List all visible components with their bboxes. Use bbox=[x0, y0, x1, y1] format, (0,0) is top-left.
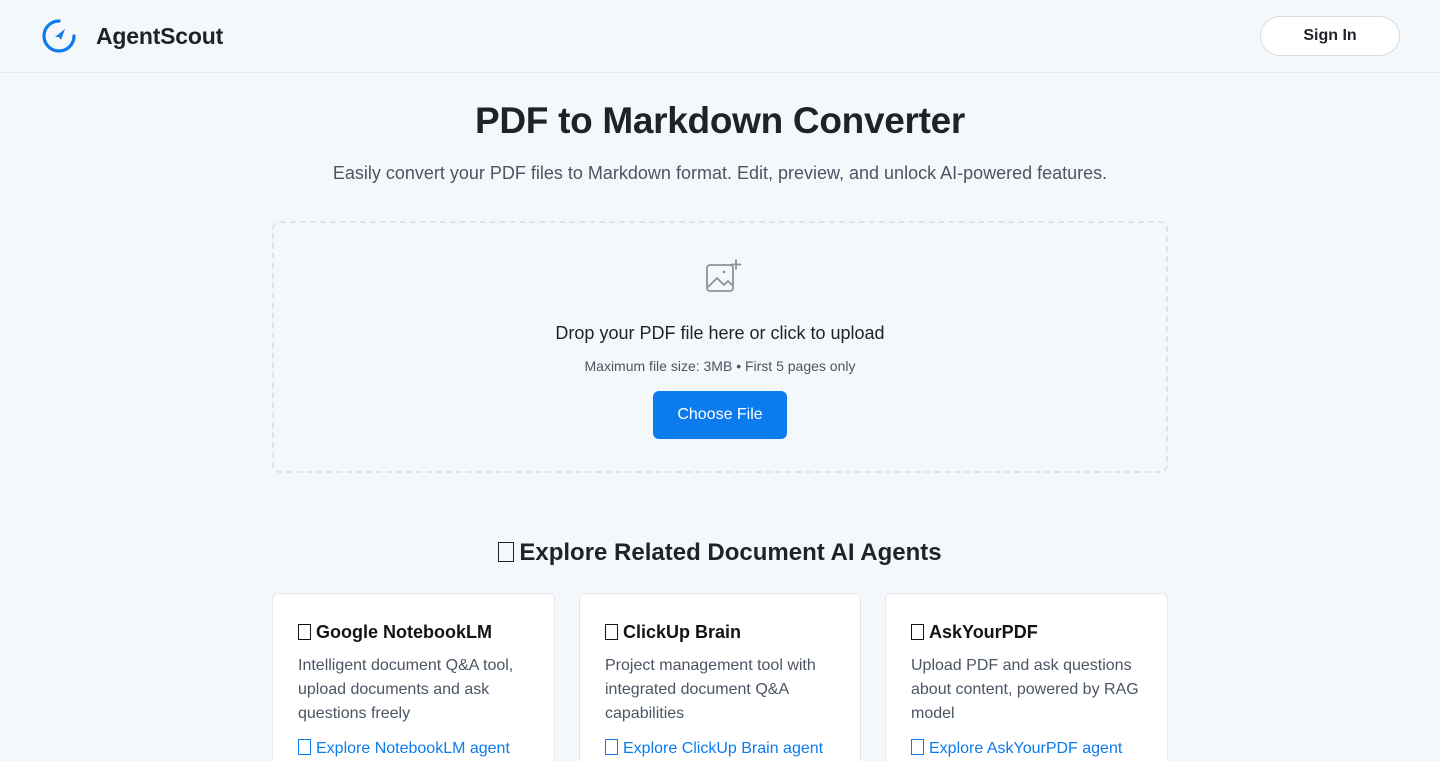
card-title: AskYourPDF bbox=[911, 622, 1038, 643]
card-description: Project management tool with integrated … bbox=[605, 657, 816, 722]
card-title: Google NotebookLM bbox=[298, 622, 492, 643]
pdf-dropzone[interactable]: Drop your PDF file here or click to uplo… bbox=[272, 221, 1168, 473]
card-title: ClickUp Brain bbox=[605, 622, 741, 643]
dropzone-title: Drop your PDF file here or click to uplo… bbox=[555, 323, 885, 343]
card-title-text: AskYourPDF bbox=[929, 622, 1038, 642]
placeholder-glyph-icon bbox=[911, 739, 924, 755]
card-title-text: Google NotebookLM bbox=[316, 622, 492, 642]
page-title: PDF to Markdown Converter bbox=[475, 100, 965, 141]
placeholder-glyph-icon bbox=[605, 739, 618, 755]
card-description: Upload PDF and ask questions about conte… bbox=[911, 657, 1139, 722]
related-section-title-text: Explore Related Document AI Agents bbox=[519, 539, 942, 566]
placeholder-glyph-icon bbox=[605, 624, 618, 640]
page-subtitle: Easily convert your PDF files to Markdow… bbox=[332, 163, 1108, 183]
placeholder-glyph-icon bbox=[911, 624, 924, 640]
explore-askyourpdf-link[interactable]: Explore AskYourPDF agent bbox=[911, 739, 1122, 758]
explore-clickup-brain-link[interactable]: Explore ClickUp Brain agent bbox=[605, 739, 823, 758]
dropzone-hint: Maximum file size: 3MB • First 5 pages o… bbox=[584, 358, 856, 374]
sign-in-button[interactable]: Sign In bbox=[1260, 16, 1400, 56]
brand-name: AgentScout bbox=[96, 22, 224, 49]
placeholder-glyph-icon bbox=[298, 624, 311, 640]
placeholder-glyph-icon bbox=[498, 542, 515, 562]
card-link-text: Explore ClickUp Brain agent bbox=[623, 740, 824, 757]
card-description: Intelligent document Q&A tool, upload do… bbox=[298, 657, 514, 722]
card-title-text: ClickUp Brain bbox=[623, 622, 742, 642]
agent-card-clickup-brain: ClickUp Brain Project management tool wi… bbox=[579, 593, 861, 761]
agent-card-askyourpdf: AskYourPDF Upload PDF and ask questions … bbox=[885, 593, 1168, 761]
related-section-title: Explore Related Document AI Agents bbox=[0, 539, 1440, 567]
explore-notebooklm-link[interactable]: Explore NotebookLM agent bbox=[298, 739, 510, 758]
image-add-icon bbox=[706, 259, 742, 292]
top-header: AgentScout Sign In bbox=[0, 0, 1440, 73]
choose-file-button[interactable]: Choose File bbox=[653, 391, 787, 439]
placeholder-glyph-icon bbox=[298, 739, 311, 755]
card-link-text: Explore NotebookLM agent bbox=[316, 740, 510, 757]
compass-logo-icon bbox=[42, 19, 76, 53]
agent-card-notebooklm: Google NotebookLM Intelligent document Q… bbox=[272, 593, 555, 761]
brand-logo-link[interactable]: AgentScout bbox=[41, 18, 223, 54]
card-link-text: Explore AskYourPDF agent bbox=[929, 740, 1123, 757]
